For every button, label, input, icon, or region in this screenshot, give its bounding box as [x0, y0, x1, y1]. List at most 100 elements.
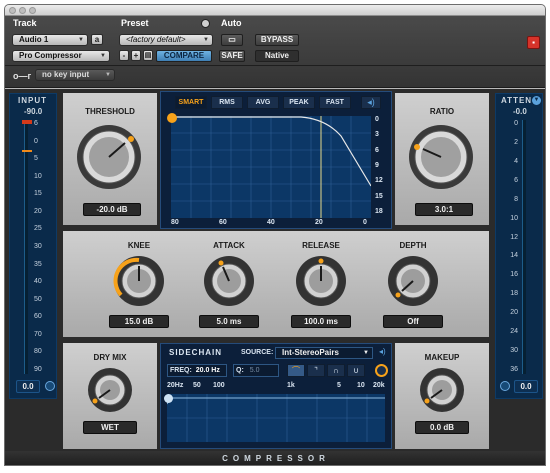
sidechain-axis-tick: 100	[213, 382, 225, 389]
chevron-down-icon: ▼	[78, 37, 84, 43]
threshold-handle[interactable]	[167, 113, 177, 123]
tab-smart[interactable]: SMART	[175, 96, 207, 109]
plugin-select[interactable]: Pro Compressor ▼	[12, 50, 110, 62]
close-window-button[interactable]	[9, 7, 16, 14]
makeup-panel: MAKEUP 0.0 dB	[395, 343, 489, 449]
sidechain-source-value: Int-StereoPairs	[282, 348, 339, 357]
ratio-value-box[interactable]: 3.0:1	[415, 203, 473, 216]
ratio-knob[interactable]	[407, 123, 475, 191]
safe-button[interactable]: SAFE	[219, 50, 245, 62]
key-input-value: no key input	[42, 70, 90, 79]
ratio-value: 3.0:1	[434, 205, 454, 214]
meter-scale-label: 0	[34, 137, 38, 145]
freq-label: FREQ:	[170, 367, 192, 374]
makeup-knob[interactable]	[419, 367, 465, 413]
track-select[interactable]: Audio 1 ▼	[12, 34, 88, 46]
sidechain-panel: SIDECHAIN SOURCE: Int-StereoPairs ▼ ◂) F…	[160, 343, 392, 449]
next-preset-button[interactable]: +	[131, 50, 141, 61]
threshold-panel: THRESHOLD -20.0 dB	[63, 93, 157, 225]
preset-librarian-icon[interactable]: ▤	[143, 50, 153, 61]
freq-value: 20.0 Hz	[195, 367, 220, 374]
bandpass-filter-button[interactable]: ∩	[327, 364, 345, 377]
meter-scale-label: 12	[510, 233, 518, 241]
dry-mix-value-box[interactable]: WET	[83, 421, 137, 434]
previous-preset-button[interactable]: -	[119, 50, 129, 61]
atten-meter: ATTEN ▼ -0.0 0 2 4 6 8 10 12 14 16 18 20 24 30 36 0.0	[495, 93, 543, 399]
dry-mix-knob[interactable]	[87, 367, 133, 413]
depth-knob[interactable]	[387, 255, 439, 307]
key-input-select[interactable]: no key input ▼	[35, 69, 115, 81]
threshold-knob[interactable]	[75, 123, 143, 191]
transfer-curve-plot	[171, 116, 371, 218]
tab-peak[interactable]: PEAK	[283, 96, 315, 109]
attack-knob[interactable]	[203, 255, 255, 307]
tab-rms[interactable]: RMS	[211, 96, 243, 109]
input-meter-readout[interactable]: 0.0	[16, 380, 40, 393]
tab-fast[interactable]: FAST	[319, 96, 351, 109]
automation-icon[interactable]: ▭	[221, 34, 243, 46]
attack-label: ATTACK	[213, 241, 245, 250]
lowpass-filter-button[interactable]: ⌝	[307, 364, 325, 377]
meter-scale-label: 40	[34, 278, 42, 286]
notch-filter-button[interactable]: ∪	[347, 364, 365, 377]
q-field[interactable]: Q: 5.0	[233, 364, 279, 377]
q-value: 5.0	[249, 367, 260, 374]
sidechain-power-icon[interactable]	[375, 364, 388, 377]
attack-value-box[interactable]: 5.0 ms	[199, 315, 259, 328]
meter-scale-label: 70	[34, 330, 42, 338]
sidechain-listen-icon[interactable]: ◂)	[379, 347, 389, 359]
compare-button[interactable]: COMPARE	[156, 50, 212, 62]
meter-scale-label: 4	[514, 157, 518, 165]
atten-peak-value[interactable]: -0.0	[513, 107, 527, 116]
input-meter-tick	[22, 150, 32, 152]
input-peak-value[interactable]: -90.0	[24, 107, 42, 116]
preset-menu-icon[interactable]	[201, 19, 210, 28]
plugin-header: Track Preset Auto Audio 1 ▼ a Pro Compre…	[5, 16, 545, 88]
highpass-filter-button[interactable]: ⌒	[287, 364, 305, 377]
graph-speaker-icon[interactable]: ◂)	[361, 96, 381, 109]
depth-value-box[interactable]: Off	[383, 315, 443, 328]
atten-meter-label: ATTEN	[501, 96, 533, 105]
graph-x-tick: 20	[315, 219, 323, 226]
chevron-down-icon: ▼	[100, 53, 106, 59]
preset-label: Preset	[121, 18, 149, 28]
close-plugin-icon[interactable]: ▪	[527, 36, 540, 49]
release-value-box[interactable]: 100.0 ms	[291, 315, 351, 328]
makeup-label: MAKEUP	[424, 353, 460, 362]
atten-options-icon[interactable]: ▼	[532, 96, 541, 105]
sidechain-axis-tick: 20k	[373, 382, 385, 389]
tab-avg[interactable]: AVG	[247, 96, 279, 109]
meter-scale-label: 50	[34, 295, 42, 303]
meter-scale-label: 10	[34, 172, 42, 180]
graph-x-axis: 80 60 40 20 0	[171, 219, 371, 229]
preset-select[interactable]: <factory default> ▼	[119, 34, 213, 46]
release-knob[interactable]	[295, 255, 347, 307]
makeup-value-box[interactable]: 0.0 dB	[415, 421, 469, 434]
threshold-value-box[interactable]: -20.0 dB	[83, 203, 141, 216]
atten-link-icon[interactable]	[500, 381, 510, 391]
atten-meter-readout[interactable]: 0.0	[514, 380, 538, 393]
graph-y-tick: 9	[375, 162, 379, 169]
knee-value-box[interactable]: 15.0 dB	[109, 315, 169, 328]
graph-y-tick: 6	[375, 146, 379, 154]
sidechain-source-select[interactable]: Int-StereoPairs ▼	[275, 347, 373, 359]
makeup-value: 0.0 dB	[429, 423, 454, 432]
knee-knob[interactable]	[113, 255, 165, 307]
zoom-window-button[interactable]	[29, 7, 36, 14]
auto-label: Auto	[221, 18, 242, 28]
chevron-down-icon: ▼	[203, 37, 209, 43]
minimize-window-button[interactable]	[19, 7, 26, 14]
meter-scale-label: 30	[34, 243, 42, 250]
track-channel-button[interactable]: a	[91, 34, 103, 45]
depth-value: Off	[407, 317, 419, 326]
freq-field[interactable]: FREQ: 20.0 Hz	[167, 364, 227, 377]
sidechain-freq-handle[interactable]	[164, 394, 173, 403]
bypass-button[interactable]: BYPASS	[255, 34, 299, 46]
graph-x-tick: 80	[171, 219, 179, 226]
sidechain-axis-tick: 1k	[287, 382, 295, 389]
ratio-label: RATIO	[429, 107, 455, 116]
input-link-icon[interactable]	[45, 381, 55, 391]
atten-meter-bar	[522, 120, 526, 374]
key-icon: o—ᴦ	[13, 71, 32, 81]
input-meter: INPUT -90.0 6 0 5 10 15 20 25 30 35 40 50 60 70 80 90 …	[9, 93, 57, 399]
